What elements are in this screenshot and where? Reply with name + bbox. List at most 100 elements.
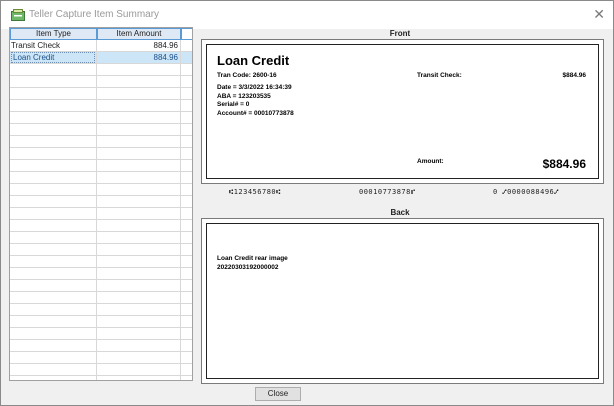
teller-capture-window: Teller Capture Item Summary ✕ Item Type … — [0, 0, 614, 406]
cell-item-amount — [97, 292, 181, 303]
empty-row — [10, 160, 192, 172]
empty-row — [10, 328, 192, 340]
cell-spacer — [181, 136, 192, 147]
close-button[interactable]: Close — [255, 387, 301, 401]
empty-row — [10, 124, 192, 136]
front-check-image: Loan Credit Tran Code: 2600-16 Date = 3/… — [206, 44, 599, 179]
close-icon[interactable]: ✕ — [593, 6, 605, 22]
cell-item-amount — [97, 196, 181, 207]
cell-item-amount — [97, 172, 181, 183]
cell-item-type — [10, 76, 97, 87]
empty-row — [10, 100, 192, 112]
cell-item-type — [10, 268, 97, 279]
empty-row — [10, 244, 192, 256]
back-line-1: Loan Credit rear image — [217, 255, 288, 262]
cell-item-amount — [97, 64, 181, 75]
empty-row — [10, 184, 192, 196]
cell-spacer — [181, 244, 192, 255]
empty-row — [10, 376, 192, 380]
cell-item-amount — [97, 148, 181, 159]
table-row[interactable]: Transit Check 884.96 — [10, 40, 192, 52]
cell-spacer — [181, 76, 192, 87]
cell-item-type — [10, 304, 97, 315]
cell-spacer — [181, 172, 192, 183]
cell-item-type — [10, 196, 97, 207]
cell-item-amount — [97, 268, 181, 279]
cell-spacer — [181, 124, 192, 135]
cell-spacer — [181, 88, 192, 99]
cell-spacer — [181, 232, 192, 243]
cell-item-type — [10, 208, 97, 219]
amount-value: $884.96 — [542, 157, 586, 171]
front-label: Front — [389, 29, 411, 38]
back-check-image: Loan Credit rear image 20220303192000002 — [206, 223, 599, 379]
cell-spacer — [181, 280, 192, 291]
empty-row — [10, 292, 192, 304]
front-image-panel: Loan Credit Tran Code: 2600-16 Date = 3/… — [201, 39, 604, 184]
cell-item-type: Loan Credit — [10, 52, 97, 63]
cell-item-amount — [97, 244, 181, 255]
cell-item-type — [10, 64, 97, 75]
item-type-text: Loan Credit — [11, 52, 95, 63]
cell-spacer — [181, 256, 192, 267]
empty-row — [10, 220, 192, 232]
empty-row — [10, 316, 192, 328]
cell-spacer — [181, 340, 192, 351]
transit-check-label: Transit Check: — [417, 72, 462, 79]
micr-account: 00010773878⑈ — [359, 188, 416, 196]
back-image-panel: Loan Credit rear image 20220303192000002 — [201, 218, 604, 384]
empty-row — [10, 208, 192, 220]
check-title: Loan Credit — [217, 53, 290, 68]
cell-item-type — [10, 280, 97, 291]
column-header-spacer — [181, 28, 192, 40]
grid-header: Item Type Item Amount — [10, 28, 192, 40]
empty-row — [10, 304, 192, 316]
cell-item-type — [10, 244, 97, 255]
cell-spacer — [181, 112, 192, 123]
cell-spacer — [181, 40, 192, 51]
cell-item-type — [10, 316, 97, 327]
cell-spacer — [181, 148, 192, 159]
back-label: Back — [390, 208, 410, 217]
cell-item-type — [10, 340, 97, 351]
cell-spacer — [181, 220, 192, 231]
cell-item-amount — [97, 136, 181, 147]
cell-item-amount — [97, 304, 181, 315]
micr-amount: 0 ⑇0000088496⑇ — [493, 188, 559, 196]
check-aba: ABA = 123203535 — [217, 92, 271, 100]
cell-spacer — [181, 184, 192, 195]
cell-spacer — [181, 364, 192, 375]
cell-spacer — [181, 376, 192, 380]
cell-item-amount: 884.96 — [97, 40, 181, 51]
cell-spacer — [181, 64, 192, 75]
cell-item-type — [10, 376, 97, 380]
cell-item-type — [10, 124, 97, 135]
cell-item-type — [10, 172, 97, 183]
cell-item-amount — [97, 112, 181, 123]
empty-row — [10, 232, 192, 244]
item-type-text: Transit Check — [11, 41, 61, 50]
cell-spacer — [181, 100, 192, 111]
empty-row — [10, 340, 192, 352]
cell-spacer — [181, 304, 192, 315]
empty-row — [10, 64, 192, 76]
cell-item-amount — [97, 76, 181, 87]
cell-item-amount — [97, 184, 181, 195]
tran-code: Tran Code: 2600-16 — [217, 72, 277, 79]
cell-item-type — [10, 160, 97, 171]
column-header-item-type[interactable]: Item Type — [10, 28, 97, 40]
cell-item-type: Transit Check — [10, 40, 97, 51]
back-line-2: 20220303192000002 — [217, 264, 279, 271]
cell-spacer — [181, 292, 192, 303]
title-bar: Teller Capture Item Summary ✕ — [1, 1, 613, 29]
empty-row — [10, 280, 192, 292]
cell-item-type — [10, 364, 97, 375]
cell-item-type — [10, 136, 97, 147]
cell-item-type — [10, 112, 97, 123]
table-row[interactable]: Loan Credit 884.96 — [10, 52, 192, 64]
amount-label: Amount: — [417, 158, 444, 165]
cell-item-amount — [97, 328, 181, 339]
cell-item-amount: 884.96 — [97, 52, 181, 63]
item-summary-grid: Item Type Item Amount Transit Check 884.9… — [9, 27, 193, 381]
column-header-item-amount[interactable]: Item Amount — [97, 28, 181, 40]
